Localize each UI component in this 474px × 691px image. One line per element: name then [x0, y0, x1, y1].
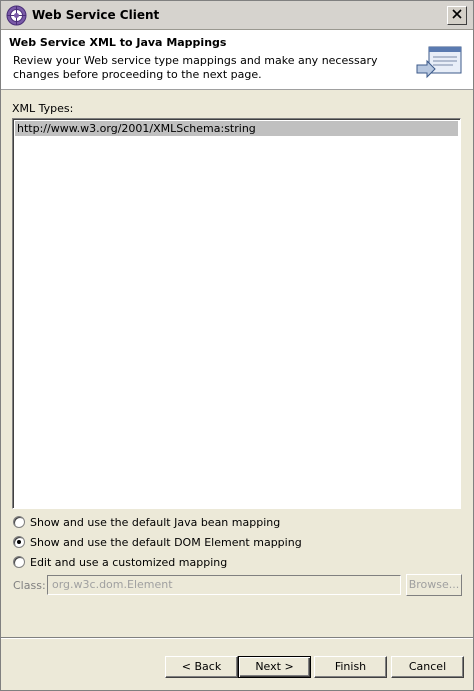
eclipse-globe-icon — [6, 5, 27, 26]
wizard-banner: Web Service XML to Java Mappings Review … — [1, 30, 473, 90]
banner-description: Review your Web service type mappings an… — [13, 54, 378, 81]
radio-label: Show and use the default DOM Element map… — [30, 535, 302, 549]
wizard-window: Web Service Client Web Service XML to Ja… — [0, 0, 474, 691]
wizard-content: XML Types: http://www.w3.org/2001/XMLSch… — [1, 91, 473, 636]
list-item[interactable]: http://www.w3.org/2001/XMLSchema:string — [15, 121, 458, 136]
radio-java-bean-mapping[interactable]: Show and use the default Java bean mappi… — [13, 514, 280, 530]
class-label: Class: — [13, 579, 46, 592]
radio-label: Show and use the default Java bean mappi… — [30, 515, 281, 529]
radio-button[interactable] — [13, 536, 25, 548]
radio-label: Edit and use a customized mapping — [30, 555, 228, 569]
back-button[interactable]: < Back — [165, 656, 238, 678]
radio-custom-mapping[interactable]: Edit and use a customized mapping — [13, 554, 227, 570]
banner-title: Web Service XML to Java Mappings — [9, 36, 227, 49]
close-icon — [452, 9, 462, 22]
cancel-button[interactable]: Cancel — [391, 656, 464, 678]
next-button[interactable]: Next > — [238, 656, 311, 678]
window-title: Web Service Client — [32, 8, 160, 22]
radio-dom-element-mapping[interactable]: Show and use the default DOM Element map… — [13, 534, 302, 550]
xml-types-list[interactable]: http://www.w3.org/2001/XMLSchema:string — [12, 118, 461, 509]
close-button[interactable] — [447, 6, 467, 25]
browse-button[interactable]: Browse... — [406, 574, 462, 596]
class-field[interactable]: org.w3c.dom.Element — [47, 575, 401, 595]
radio-button[interactable] — [13, 516, 25, 528]
finish-button[interactable]: Finish — [314, 656, 387, 678]
footer-separator — [1, 637, 473, 639]
title-bar[interactable]: Web Service Client — [1, 1, 473, 30]
xml-types-label: XML Types: — [12, 102, 74, 115]
radio-button[interactable] — [13, 556, 25, 568]
web-service-wizard-icon — [415, 45, 463, 81]
